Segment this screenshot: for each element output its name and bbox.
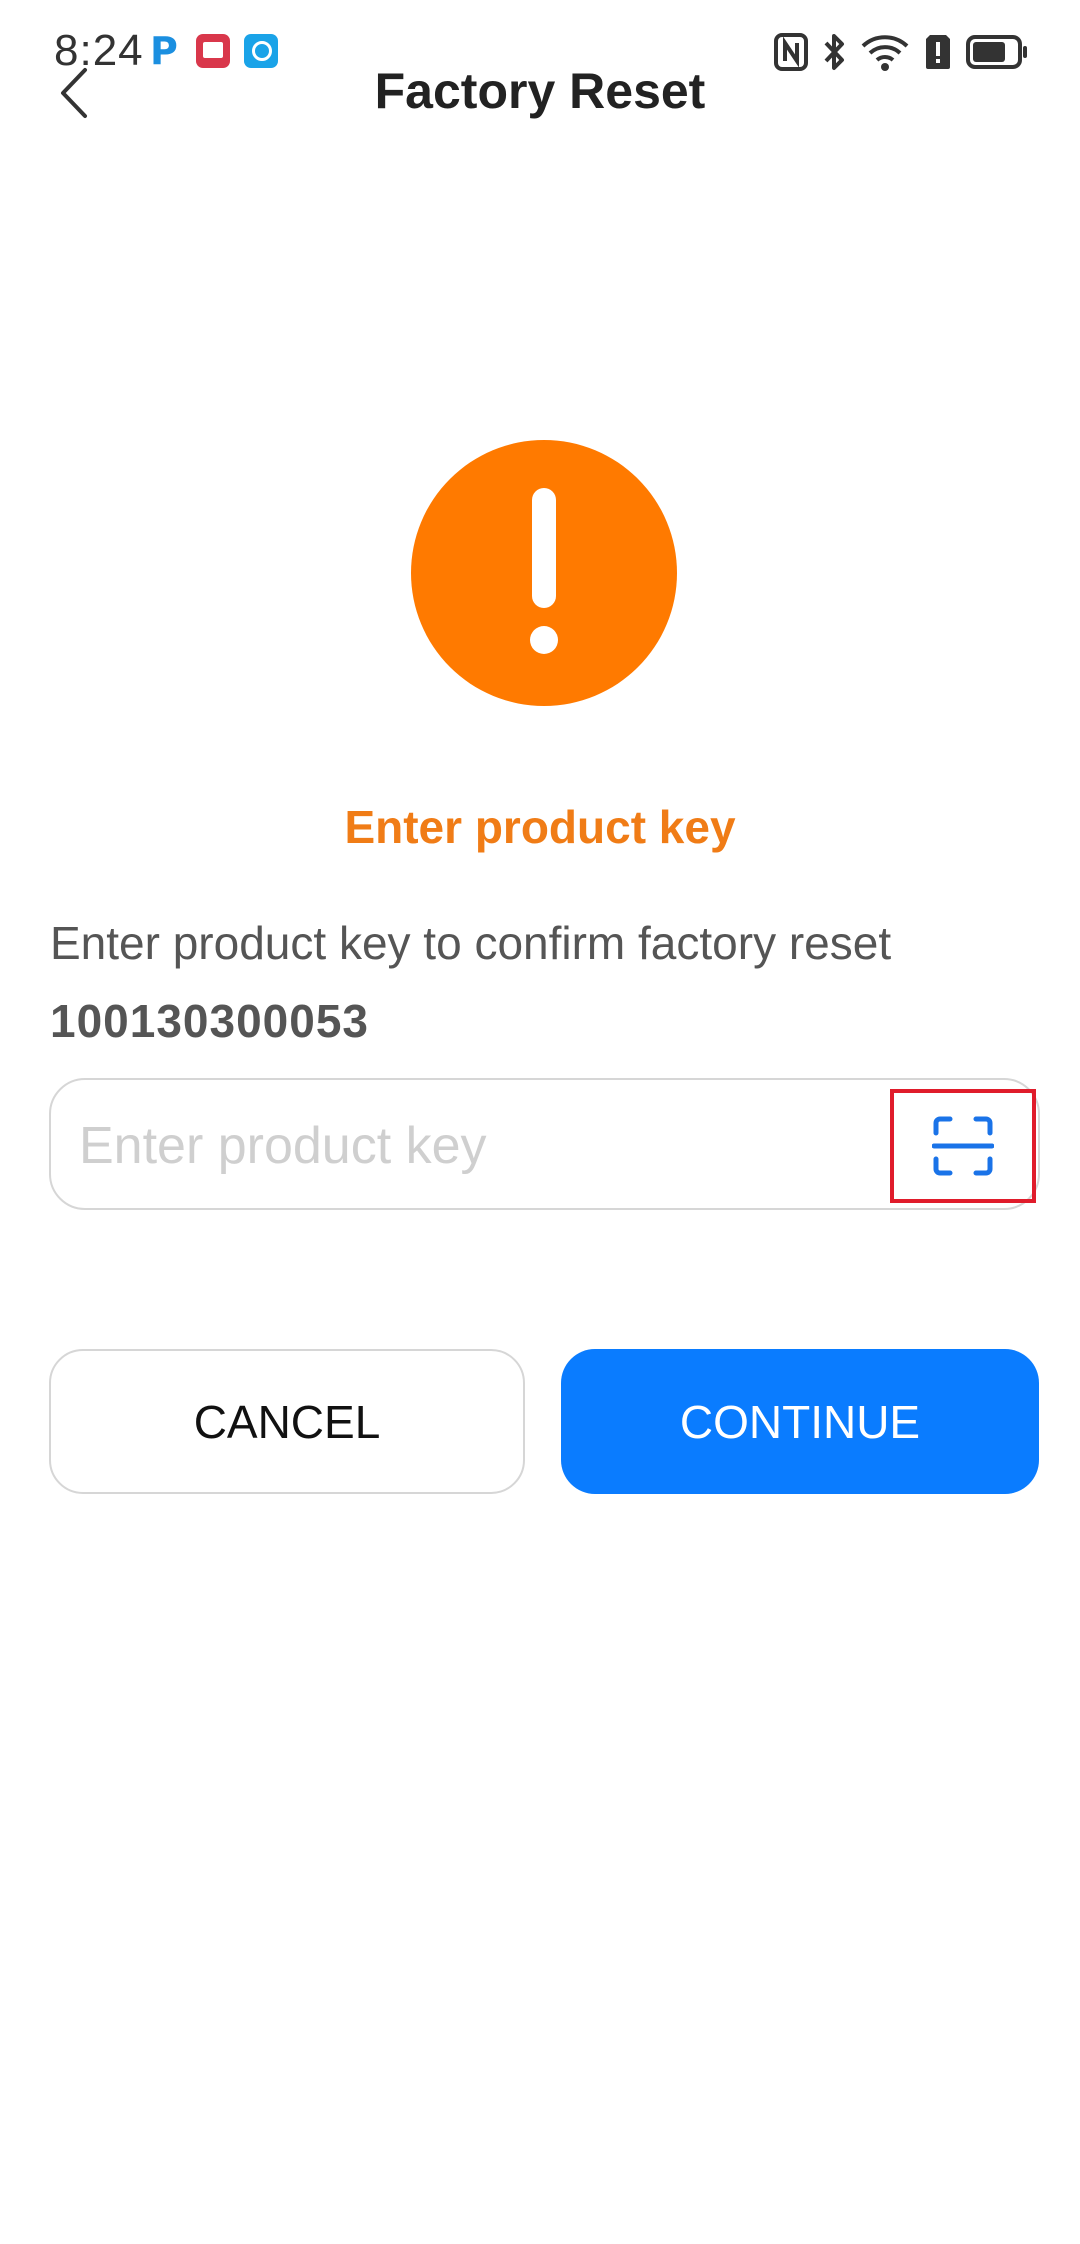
exclamation-bar	[532, 488, 556, 608]
section-subtitle: Enter product key	[344, 801, 736, 853]
product-key-value: 100130300053	[50, 995, 369, 1047]
continue-button[interactable]: CONTINUE	[561, 1349, 1039, 1494]
warning-icon	[411, 440, 677, 706]
cancel-button-label: CANCEL	[193, 1395, 381, 1448]
page-title: Factory Reset	[374, 63, 706, 119]
scan-icon	[932, 1116, 994, 1176]
instruction-text: Enter product key to confirm factory res…	[50, 917, 892, 969]
exclamation-dot	[530, 626, 558, 654]
cancel-button[interactable]: CANCEL	[49, 1349, 525, 1494]
scan-button[interactable]	[890, 1089, 1036, 1203]
continue-button-label: CONTINUE	[679, 1395, 921, 1448]
product-key-input[interactable]	[79, 1104, 909, 1188]
